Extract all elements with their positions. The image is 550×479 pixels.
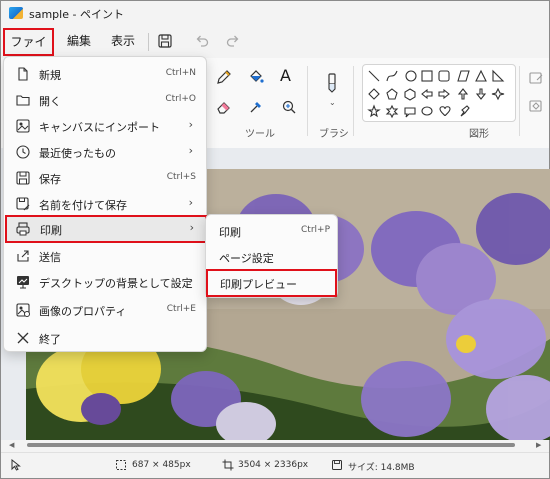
- shapes-group-label: 図形: [469, 129, 489, 140]
- chevron-right-icon: ›: [188, 144, 193, 157]
- menu-item-shortcut: Ctrl+E: [166, 304, 196, 314]
- canvas-size: 3504 × 2336px: [238, 460, 309, 470]
- submenu-item-label: 印刷プレビュー: [220, 278, 297, 291]
- menu-item-image-properties[interactable]: 画像のプロパティ Ctrl+E: [8, 297, 202, 323]
- menu-view[interactable]: 表示: [105, 28, 141, 54]
- save-icon[interactable]: [157, 33, 173, 49]
- brush-dropdown-icon[interactable]: ⌄: [329, 98, 336, 107]
- menu-item-import-to-canvas[interactable]: キャンバスにインポート ›: [8, 113, 202, 139]
- selection-size-icon: [116, 460, 126, 470]
- save-icon: [16, 171, 30, 185]
- menu-item-shortcut: Ctrl+N: [165, 68, 196, 78]
- brush-icon[interactable]: [323, 72, 341, 94]
- menu-item-send[interactable]: 送信: [8, 243, 202, 269]
- color-picker-icon[interactable]: [247, 98, 265, 116]
- clock-icon: [16, 145, 30, 159]
- import-icon: [16, 119, 30, 133]
- submenu-item-label: ページ設定: [219, 252, 274, 265]
- pencil-icon[interactable]: [215, 68, 233, 86]
- fill-icon[interactable]: [528, 98, 544, 114]
- chevron-right-icon: ›: [189, 221, 194, 234]
- file-menu-dropdown: 新規 Ctrl+N 開く Ctrl+O キャンバスにインポート › 最近使ったも…: [3, 56, 207, 352]
- submenu-item-label: 印刷: [219, 226, 241, 239]
- chevron-right-icon: ›: [188, 274, 193, 287]
- share-icon: [17, 250, 29, 262]
- ribbon-divider: [519, 66, 520, 136]
- menu-item-save[interactable]: 保存 Ctrl+S: [8, 165, 202, 191]
- close-icon: [17, 332, 29, 344]
- menu-item-label: キャンバスにインポート: [39, 121, 160, 134]
- properties-icon: [16, 303, 30, 317]
- menu-divider: [148, 33, 149, 51]
- text-tool-icon[interactable]: A: [280, 66, 291, 85]
- scroll-left-icon[interactable]: ◀: [9, 441, 14, 449]
- menu-item-label: 開く: [39, 95, 61, 108]
- brush-group-label: ブラシ: [319, 129, 349, 140]
- eraser-icon[interactable]: [215, 98, 233, 116]
- menu-item-label: デスクトップの背景として設定: [39, 277, 193, 290]
- printer-icon: [16, 222, 30, 236]
- title-bar: sample - ペイント: [1, 1, 549, 25]
- scrollbar-thumb[interactable]: [27, 443, 515, 447]
- chevron-right-icon: ›: [188, 196, 193, 209]
- menu-item-label: 名前を付けて保存: [39, 199, 127, 212]
- menu-item-shortcut: Ctrl+O: [165, 94, 196, 104]
- submenu-item-page-setup[interactable]: ページ設定: [210, 244, 334, 270]
- desktop-icon: [17, 276, 29, 289]
- canvas-size-icon: [222, 459, 234, 471]
- fill-bucket-icon[interactable]: [247, 68, 265, 86]
- menu-bar: ファイル 編集 表示: [1, 28, 549, 73]
- menu-item-recent[interactable]: 最近使ったもの ›: [8, 139, 202, 165]
- menu-item-label: 終了: [39, 333, 61, 346]
- status-bar: 687 × 485px 3504 × 2336px サイズ: 14.8MB: [1, 452, 549, 478]
- selection-size: 687 × 485px: [132, 460, 191, 470]
- shapes-grid-icon: [367, 69, 505, 119]
- menu-item-print[interactable]: 印刷 ›: [5, 215, 207, 243]
- tools-group-label: ツール: [245, 129, 275, 140]
- folder-icon: [16, 95, 30, 106]
- submenu-item-shortcut: Ctrl+P: [301, 225, 330, 235]
- chevron-right-icon: ›: [188, 118, 193, 131]
- menu-item-open[interactable]: 開く Ctrl+O: [8, 87, 202, 113]
- submenu-item-print-preview[interactable]: 印刷プレビュー: [206, 269, 337, 297]
- outline-icon[interactable]: [528, 70, 544, 86]
- menu-item-set-desktop-background[interactable]: デスクトップの背景として設定 ›: [8, 269, 202, 295]
- submenu-item-print[interactable]: 印刷 Ctrl+P: [210, 218, 334, 244]
- redo-icon[interactable]: [225, 33, 241, 49]
- horizontal-scrollbar[interactable]: ◀ ▶: [1, 440, 549, 450]
- undo-icon[interactable]: [194, 33, 210, 49]
- scroll-right-icon[interactable]: ▶: [536, 441, 541, 449]
- menu-item-save-as[interactable]: 名前を付けて保存 ›: [8, 191, 202, 217]
- menu-item-label: 印刷: [40, 224, 62, 237]
- ribbon-divider: [307, 66, 308, 136]
- shapes-gallery[interactable]: [362, 64, 516, 122]
- file-size-icon: [332, 460, 342, 470]
- menu-item-label: 保存: [39, 173, 61, 186]
- menu-item-label: 送信: [39, 251, 61, 264]
- magnifier-icon[interactable]: [280, 98, 298, 116]
- save-as-icon: [16, 197, 30, 211]
- paint-app-icon: [9, 7, 23, 19]
- print-submenu: 印刷 Ctrl+P ページ設定 印刷プレビュー: [205, 214, 338, 298]
- menu-edit[interactable]: 編集: [61, 28, 97, 54]
- window-title: sample - ペイント: [29, 8, 124, 21]
- menu-item-exit[interactable]: 終了: [8, 325, 202, 351]
- menu-item-shortcut: Ctrl+S: [166, 172, 196, 182]
- cursor-icon: [11, 459, 21, 471]
- ribbon-divider: [353, 66, 354, 136]
- menu-item-label: 新規: [39, 69, 61, 82]
- new-file-icon: [18, 67, 28, 81]
- menu-item-new[interactable]: 新規 Ctrl+N: [8, 61, 202, 87]
- file-size: サイズ: 14.8MB: [348, 463, 415, 473]
- menu-item-label: 画像のプロパティ: [39, 305, 127, 318]
- menu-file[interactable]: ファイル: [3, 28, 54, 73]
- menu-item-label: 最近使ったもの: [39, 147, 116, 160]
